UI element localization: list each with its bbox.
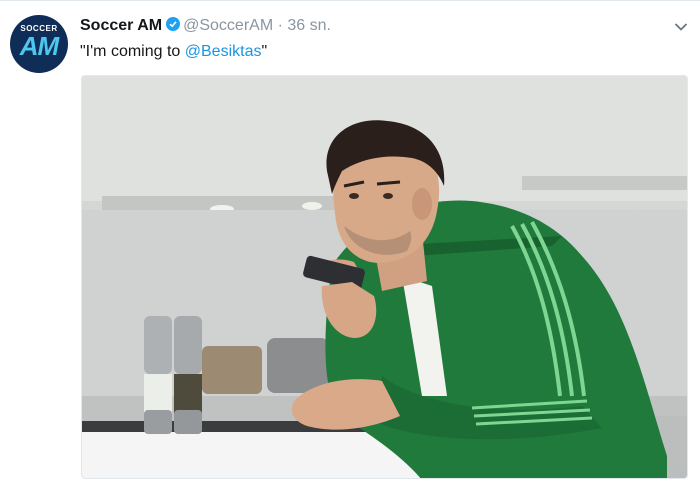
tweet-text: "I'm coming to @Besiktas"	[80, 41, 267, 63]
tweet-card[interactable]: SOCCER AM Soccer AM @SoccerAM · 36 sn. "I…	[0, 0, 700, 495]
tweet-text-start: "I'm coming to	[80, 43, 185, 60]
tweet-photo[interactable]	[81, 75, 688, 479]
separator-dot: ·	[277, 17, 283, 34]
account-name[interactable]: Soccer AM	[80, 17, 162, 34]
tweet-timestamp[interactable]: 36 sn.	[287, 17, 331, 34]
avatar-logo-text: AM	[19, 31, 59, 61]
photo-illustration	[82, 76, 687, 478]
chevron-down-icon[interactable]	[674, 19, 688, 37]
account-handle[interactable]: @SoccerAM	[183, 17, 273, 34]
verified-badge-icon	[166, 17, 181, 31]
tweet-header: Soccer AM @SoccerAM · 36 sn.	[80, 15, 331, 37]
tweet-text-end: "	[261, 43, 268, 60]
mention-link[interactable]: @Besiktas	[185, 43, 262, 60]
avatar[interactable]: SOCCER AM	[10, 15, 68, 73]
